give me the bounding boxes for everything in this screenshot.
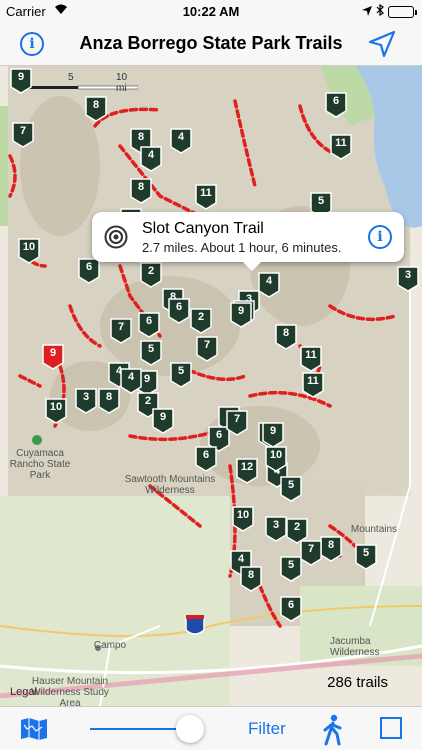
trail-marker[interactable]: 9 <box>230 302 252 328</box>
place-label-cuyamaca: Cuyamaca Rancho State Park <box>9 448 71 481</box>
callout-subtitle: 2.7 miles. About 1 hour, 6 minutes. <box>142 240 342 255</box>
place-label-campo: Campo <box>93 640 127 651</box>
trail-marker[interactable]: 2 <box>140 262 162 288</box>
status-time: 10:22 AM <box>182 4 240 19</box>
place-label-jacumba: Jacumba Wilderness <box>330 636 380 658</box>
trail-marker[interactable]: 10 <box>265 446 287 472</box>
target-icon <box>104 225 128 249</box>
trail-marker[interactable]: 4 <box>258 272 280 298</box>
trail-marker[interactable]: 9 <box>152 408 174 434</box>
map-canvas <box>0 66 422 706</box>
walking-person-icon[interactable] <box>322 714 344 751</box>
trail-marker[interactable]: 6 <box>195 446 217 472</box>
trail-count: 286 trails <box>327 674 388 691</box>
trail-callout[interactable]: Slot Canyon Trail 2.7 miles. About 1 hou… <box>92 212 404 271</box>
trail-marker[interactable]: 5 <box>355 544 377 570</box>
trail-marker[interactable]: 7 <box>12 122 34 148</box>
highway-8-shield <box>185 615 205 635</box>
trail-marker[interactable]: 7 <box>300 540 322 566</box>
bluetooth-icon <box>376 3 384 19</box>
trail-marker[interactable]: 11 <box>302 372 324 398</box>
page-title: Anza Borrego State Park Trails <box>79 33 343 53</box>
trail-marker[interactable]: 4 <box>170 128 192 154</box>
trail-marker[interactable]: 6 <box>325 92 347 118</box>
trail-marker[interactable]: 12 <box>236 458 258 484</box>
trail-marker[interactable]: 5 <box>170 362 192 388</box>
trail-marker[interactable]: 6 <box>280 596 302 622</box>
slider-thumb[interactable] <box>176 715 204 743</box>
trail-marker[interactable]: 7 <box>226 410 248 436</box>
map-view[interactable]: 0 5 10 mi Cuyamaca Rancho State Park Saw… <box>0 66 422 706</box>
trail-marker[interactable]: 5 <box>280 476 302 502</box>
battery-icon <box>388 5 417 18</box>
trail-marker[interactable]: 8 <box>240 566 262 592</box>
trail-marker[interactable]: 6 <box>168 298 190 324</box>
trail-marker[interactable]: 5 <box>140 340 162 366</box>
slider-track <box>90 728 190 730</box>
trail-marker[interactable]: 8 <box>130 178 152 204</box>
toolbar: Filter <box>0 706 422 750</box>
trail-marker[interactable]: 9 <box>262 422 284 448</box>
trail-marker[interactable]: 10 <box>18 238 40 264</box>
trail-marker[interactable]: 3 <box>75 388 97 414</box>
place-label-mountains: Mountains <box>350 524 398 535</box>
trail-marker[interactable]: 8 <box>320 536 342 562</box>
trail-marker[interactable]: 8 <box>98 388 120 414</box>
map-scale: 0 5 10 mi <box>18 72 138 94</box>
nav-bar: i Anza Borrego State Park Trails <box>0 22 422 66</box>
trail-marker[interactable]: 11 <box>300 346 322 372</box>
trail-marker[interactable]: 2 <box>190 308 212 334</box>
status-bar: Carrier 10:22 AM <box>0 0 422 22</box>
location-arrow-icon[interactable] <box>368 30 396 63</box>
trail-marker[interactable]: 8 <box>275 324 297 350</box>
info-icon[interactable]: i <box>368 225 392 249</box>
location-services-icon <box>362 4 372 19</box>
callout-title: Slot Canyon Trail <box>142 220 264 237</box>
map-icon[interactable] <box>20 717 48 746</box>
trail-marker[interactable]: 6 <box>138 312 160 338</box>
trail-marker[interactable]: 9 <box>10 68 32 94</box>
place-label-sawtooth: Sawtooth Mountains Wilderness <box>124 474 216 496</box>
trail-marker[interactable]: 5 <box>280 556 302 582</box>
scale-label-5: 5 <box>68 72 74 83</box>
filter-button[interactable]: Filter <box>248 719 286 739</box>
square-icon[interactable] <box>380 717 402 739</box>
trail-marker[interactable]: 10 <box>232 506 254 532</box>
legal-link[interactable]: Legal <box>10 686 37 698</box>
trail-marker-selected[interactable]: 9 <box>42 344 64 370</box>
trail-marker[interactable]: 6 <box>78 258 100 284</box>
trail-marker[interactable]: 11 <box>195 184 217 210</box>
trail-marker[interactable]: 7 <box>196 336 218 362</box>
trail-marker[interactable]: 11 <box>330 134 352 160</box>
scale-label-10: 10 mi <box>116 72 128 94</box>
trail-marker[interactable]: 8 <box>85 96 107 122</box>
trail-marker[interactable]: 10 <box>45 398 67 424</box>
trail-marker[interactable]: 7 <box>110 318 132 344</box>
trail-marker[interactable]: 3 <box>265 516 287 542</box>
trail-marker[interactable]: 3 <box>397 266 419 292</box>
trail-marker[interactable]: 4 <box>120 368 142 394</box>
trail-marker[interactable]: 4 <box>140 146 162 172</box>
